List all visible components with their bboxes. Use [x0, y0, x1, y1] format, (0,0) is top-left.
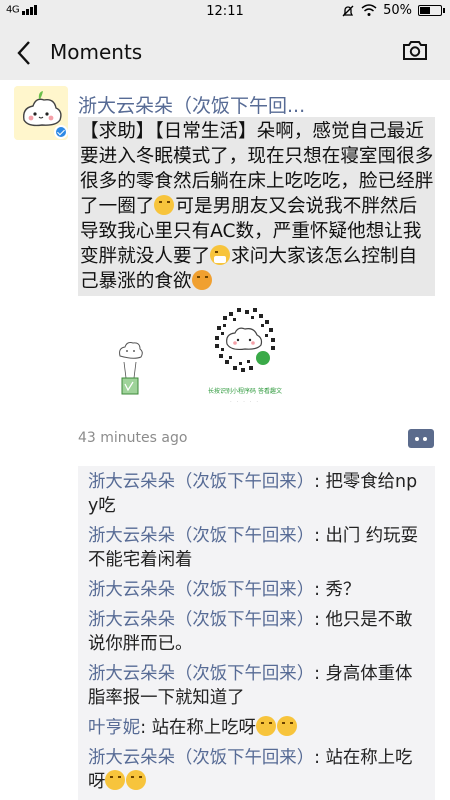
comment-more-button[interactable] — [408, 429, 434, 448]
comment-item[interactable]: 浙大云朵朵（次饭下午回来）: 不敢说可 — [78, 796, 435, 800]
comment-author[interactable]: 叶亨妮 — [88, 718, 140, 738]
comment-author[interactable]: 浙大云朵朵（次饭下午回来） — [88, 580, 314, 600]
qr-code-icon — [208, 303, 282, 377]
qr-subcaption: · · · · · — [230, 399, 260, 404]
smirk-emoji-icon — [255, 716, 276, 736]
dot-icon — [423, 437, 427, 441]
comment-author[interactable]: 浙大云朵朵（次饭下午回来） — [88, 664, 314, 684]
comment-text: 站在称上吃呀 — [151, 718, 256, 738]
page-title: Moments — [50, 40, 143, 64]
comment-separator: : — [314, 748, 326, 768]
comment-author[interactable]: 浙大云朵朵（次饭下午回来） — [88, 472, 314, 492]
mini-program-qr-code[interactable]: 长按识别小程序码 答看趣文 · · · · · — [193, 298, 295, 418]
qr-caption: 长按识别小程序码 答看趣文 — [208, 388, 282, 395]
post-author[interactable]: 浙大云朵朵（次饭下午回... — [78, 91, 305, 118]
wifi-icon — [361, 4, 377, 16]
smirk-emoji-icon — [276, 716, 297, 736]
comment-list: 浙大云朵朵（次饭下午回来）: 把零食给npy吃 浙大云朵朵（次饭下午回来）: 出门… — [78, 466, 435, 800]
comment-separator: : — [314, 580, 326, 600]
comment-item[interactable]: 浙大云朵朵（次饭下午回来）: 出门 约玩耍 不能宅着闲着 — [78, 520, 435, 574]
camera-icon[interactable] — [402, 39, 428, 61]
comment-item[interactable]: 浙大云朵朵（次饭下午回来）: 把零食给npy吃 — [78, 466, 435, 520]
alarm-icon — [342, 5, 354, 16]
post-image[interactable]: 长按识别小程序码 答看趣文 · · · · · — [78, 298, 308, 420]
verified-badge-icon — [54, 125, 68, 139]
back-arrow-icon[interactable] — [16, 40, 32, 66]
comment-author[interactable]: 浙大云朵朵（次饭下午回来） — [88, 610, 314, 630]
nav-bar: Moments — [0, 24, 450, 80]
dizzy-emoji-icon — [191, 270, 212, 290]
smirk-emoji-icon — [105, 770, 126, 790]
smirk-emoji-icon — [126, 770, 147, 790]
comment-separator: : — [314, 664, 326, 684]
comment-separator: : — [314, 526, 326, 546]
cloud-bin-illustration-icon — [119, 342, 143, 395]
mask-emoji-icon — [210, 245, 231, 265]
crying-emoji-icon — [154, 195, 175, 215]
comment-item[interactable]: 浙大云朵朵（次饭下午回来）: 秀？ — [78, 574, 435, 604]
post-text: 【求助】【日常生活】朵啊，感觉自己最近要进入冬眠模式了，现在只想在寝室囤很多很多… — [78, 117, 435, 296]
post-timestamp: 43 minutes ago — [78, 430, 188, 446]
comment-separator: : — [140, 718, 152, 738]
battery-percent: 50% — [383, 3, 412, 18]
comment-item[interactable]: 浙大云朵朵（次饭下午回来）: 身高体重体脂率报一下就知道了 — [78, 658, 435, 712]
status-bar: 4G 12:11 50% — [0, 0, 450, 24]
comment-author[interactable]: 浙大云朵朵（次饭下午回来） — [88, 748, 314, 768]
dot-icon — [415, 437, 419, 441]
comment-text: 秀？ — [325, 580, 361, 600]
comment-item[interactable]: 浙大云朵朵（次饭下午回来）: 他只是不敢说你胖而已。 — [78, 604, 435, 658]
comment-author[interactable]: 浙大云朵朵（次饭下午回来） — [88, 526, 314, 546]
comment-separator: : — [314, 610, 326, 630]
comment-item[interactable]: 叶亨妮: 站在称上吃呀 — [78, 712, 435, 742]
comment-separator: : — [314, 472, 326, 492]
comment-item[interactable]: 浙大云朵朵（次饭下午回来）: 站在称上吃呀 — [78, 742, 435, 796]
battery-icon — [418, 5, 445, 16]
